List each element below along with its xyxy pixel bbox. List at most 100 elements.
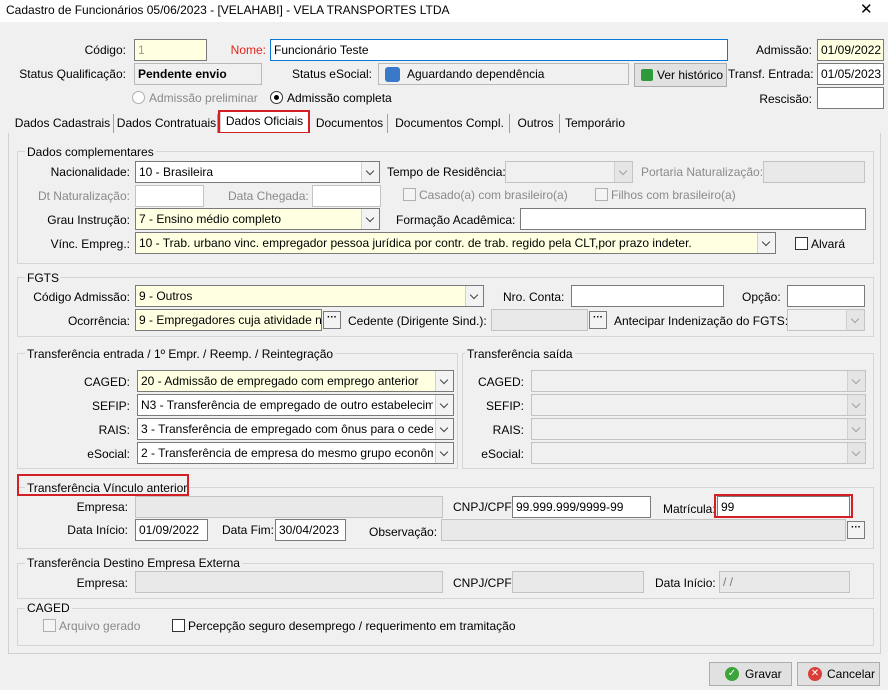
codigo-admissao-select[interactable]: 9 - Outros [135, 285, 484, 307]
observacao-ellipsis-button[interactable]: ··· [847, 521, 865, 539]
check-icon: ✓ [725, 667, 739, 681]
grau-instrucao-select[interactable]: 7 - Ensino médio completo [135, 208, 380, 230]
casado-label: Casado(a) com brasileiro(a) [419, 188, 568, 202]
data-inicio-destino-label: Data Início: [655, 576, 716, 590]
data-chegada-field[interactable] [312, 185, 381, 207]
codigo-field[interactable]: 1 [134, 39, 207, 61]
nacionalidade-select[interactable]: 10 - Brasileira [135, 161, 380, 183]
opcao-label: Opção: [742, 290, 781, 304]
cnpj-anterior-field[interactable]: 99.999.999/9999-99 [512, 496, 651, 518]
tab-highlight-box [218, 110, 310, 134]
tempo-residencia-select[interactable] [505, 161, 633, 183]
admissao-completa-radio[interactable] [270, 91, 283, 104]
destino-externa-title: Transferência Destino Empresa Externa [25, 556, 242, 570]
percepcao-label: Percepção seguro desemprego / requerimen… [188, 619, 516, 633]
empresa-destino-field[interactable] [135, 571, 443, 593]
data-fim-field[interactable]: 30/04/2023 [275, 519, 346, 541]
window-title: Cadastro de Funcionários 05/06/2023 - [V… [6, 3, 450, 17]
cancel-icon: ✕ [808, 667, 822, 681]
portaria-label: Portaria Naturalização: [641, 165, 764, 179]
sefip-entrada-label: SEFIP: [91, 399, 130, 413]
esocial-status-icon [385, 67, 400, 82]
transf-entrada-title: Transferência entrada / 1º Empr. / Reemp… [25, 347, 336, 361]
admissao-field[interactable]: 01/09/2022 [817, 39, 884, 61]
tab-dados-cadastrais[interactable]: Dados Cadastrais [12, 114, 114, 134]
rescisao-label: Rescisão: [759, 92, 812, 106]
portaria-field[interactable] [763, 161, 865, 183]
tempo-residencia-label: Tempo de Residência: [387, 165, 506, 179]
transf-entrada-label: Transf. Entrada: [728, 67, 814, 81]
codigo-admissao-label: Código Admissão: [33, 290, 130, 304]
formacao-label: Formação Acadêmica: [396, 213, 516, 227]
cancelar-button[interactable]: ✕ Cancelar [797, 662, 880, 686]
rais-saida-select[interactable] [531, 418, 866, 440]
sefip-entrada-select[interactable]: N3 - Transferência de empregado de outro… [137, 394, 454, 416]
chevron-down-icon [847, 443, 865, 463]
vinc-empreg-select[interactable]: 10 - Trab. urbano vinc. empregador pesso… [135, 232, 776, 254]
antecipar-label: Antecipar Indenização do FGTS: [614, 314, 789, 328]
formacao-field[interactable] [520, 208, 866, 230]
ocorrencia-ellipsis-button[interactable]: ··· [323, 311, 341, 329]
status-qualificacao-value: Pendente envio [134, 63, 262, 85]
filhos-label: Filhos com brasileiro(a) [611, 188, 736, 202]
nro-conta-field[interactable] [571, 285, 724, 307]
vinculo-anterior-highlight-box [17, 474, 189, 496]
ocorrencia-label: Ocorrência: [67, 314, 130, 328]
ver-historico-button[interactable]: Ver histórico [634, 63, 727, 87]
chevron-down-icon [435, 419, 453, 439]
data-chegada-label: Data Chegada: [228, 189, 309, 203]
close-icon[interactable]: ✕ [860, 2, 873, 17]
dados-complementares-title: Dados complementares [25, 145, 156, 159]
ocorrencia-field[interactable]: 9 - Empregadores cuja atividade nã [135, 309, 322, 331]
opcao-field[interactable] [787, 285, 865, 307]
caged-saida-label: CAGED: [477, 375, 524, 389]
matricula-highlight-box [714, 494, 853, 518]
nro-conta-label: Nro. Conta: [503, 290, 565, 304]
caged-saida-select[interactable] [531, 370, 866, 392]
tab-dados-contratuais[interactable]: Dados Contratuais [116, 114, 218, 134]
admissao-preliminar-radio[interactable] [132, 91, 145, 104]
arquivo-gerado-checkbox[interactable] [43, 619, 56, 632]
codigo-label: Código: [84, 43, 126, 57]
esocial-saida-select[interactable] [531, 442, 866, 464]
casado-checkbox[interactable] [403, 188, 416, 201]
tab-documentos[interactable]: Documentos [312, 114, 388, 134]
arquivo-gerado-label: Arquivo gerado [59, 619, 141, 633]
percepcao-checkbox[interactable] [172, 619, 185, 632]
gravar-button[interactable]: ✓ Gravar [709, 662, 792, 686]
cnpj-destino-field[interactable] [512, 571, 644, 593]
cedente-label: Cedente (Dirigente Sind.): [348, 314, 487, 328]
tab-documentos-compl[interactable]: Documentos Compl. [390, 114, 510, 134]
tab-outros[interactable]: Outros [512, 114, 560, 134]
status-qualificacao-label: Status Qualificação: [19, 67, 126, 81]
empresa-anterior-label: Empresa: [76, 500, 128, 514]
empresa-anterior-field[interactable] [135, 496, 443, 518]
esocial-entrada-select[interactable]: 2 - Transferência de empresa do mesmo gr… [137, 442, 454, 464]
cedente-ellipsis-button[interactable]: ··· [589, 311, 607, 329]
rescisao-field[interactable] [817, 87, 884, 109]
dt-naturalizacao-field[interactable] [135, 185, 204, 207]
transf-entrada-field[interactable]: 01/05/2023 [817, 63, 884, 85]
nacionalidade-label: Nacionalidade: [50, 165, 130, 179]
antecipar-select[interactable] [787, 309, 865, 331]
data-inicio-destino-field[interactable]: / / [719, 571, 850, 593]
status-esocial-label: Status eSocial: [291, 67, 372, 81]
filhos-checkbox[interactable] [595, 188, 608, 201]
history-icon [641, 69, 653, 81]
admissao-completa-label: Admissão completa [287, 91, 392, 105]
empresa-destino-label: Empresa: [76, 576, 128, 590]
grau-instrucao-label: Grau Instrução: [47, 213, 130, 227]
caged-entrada-select[interactable]: 20 - Admissão de empregado com emprego a… [137, 370, 454, 392]
rais-entrada-select[interactable]: 3 - Transferência de empregado com ônus … [137, 418, 454, 440]
sefip-saida-select[interactable] [531, 394, 866, 416]
rais-entrada-label: RAIS: [98, 423, 130, 437]
nome-field[interactable]: Funcionário Teste [270, 39, 728, 61]
chevron-down-icon [435, 371, 453, 391]
alvara-checkbox[interactable] [795, 237, 808, 250]
tab-temporario[interactable]: Temporário [562, 114, 628, 134]
sefip-saida-label: SEFIP: [485, 399, 524, 413]
cedente-field[interactable] [491, 309, 588, 331]
observacao-field[interactable] [441, 519, 846, 541]
data-inicio-anterior-field[interactable]: 01/09/2022 [135, 519, 208, 541]
data-fim-label: Data Fim: [222, 523, 275, 537]
